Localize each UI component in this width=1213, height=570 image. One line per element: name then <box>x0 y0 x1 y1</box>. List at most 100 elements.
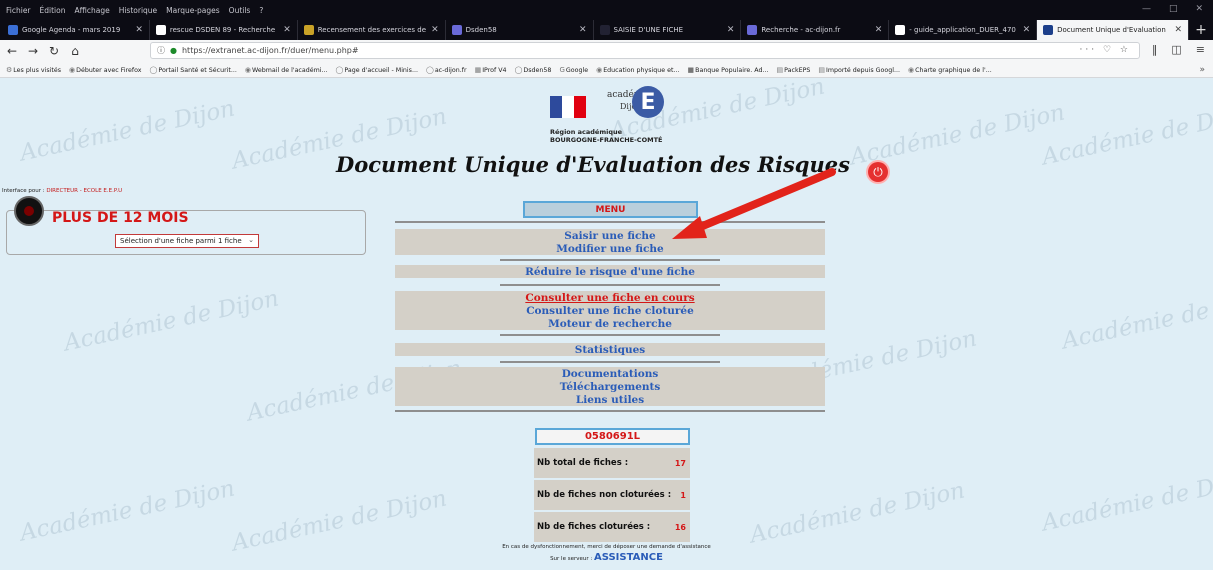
establishment-code: 0580691L <box>535 428 690 445</box>
footer-server: Sur le serveur : ASSISTANCE <box>550 552 663 563</box>
new-tab-button[interactable]: + <box>1189 20 1213 40</box>
assistance-link[interactable]: ASSISTANCE <box>594 552 663 563</box>
bookmark-item[interactable]: ◯ac-dijon.fr <box>426 66 467 74</box>
fiche-select[interactable]: Sélection d'une fiche parmi 1 fiche ⌄ <box>115 234 259 248</box>
bookmarks-bar: ⚙Les plus visités ◉Débuter avec Firefox … <box>0 62 1213 78</box>
hamburger-menu-icon[interactable]: ≡ <box>1196 43 1205 56</box>
tab-rescue-dsden[interactable]: rescue DSDEN 89 - Recherche ✕ <box>150 20 298 40</box>
bookmark-item[interactable]: ■Banque Populaire. Ad... <box>688 66 769 74</box>
firefox-icon: ◉ <box>69 65 76 74</box>
menu-fichier[interactable]: Fichier <box>6 6 31 15</box>
watermark: Académie de Dijon <box>1039 465 1213 537</box>
document-icon <box>895 25 906 35</box>
lock-icon: ● <box>170 46 177 55</box>
bookmark-item[interactable]: ▤Importé depuis Googl... <box>818 66 900 74</box>
close-tab-icon[interactable]: ✕ <box>579 25 587 35</box>
logout-power-icon[interactable]: ⏻ <box>868 162 888 182</box>
site-icon <box>1043 25 1054 35</box>
tab-dsden58[interactable]: Dsden58 ✕ <box>446 20 594 40</box>
page-content: Académie de Dijon Académie de Dijon Acad… <box>0 78 1213 570</box>
close-tab-icon[interactable]: ✕ <box>875 25 883 35</box>
menu-saisir-fiche[interactable]: Saisir une fiche <box>395 229 825 242</box>
tab-saisie-fiche[interactable]: SAISIE D'UNE FICHE ✕ <box>594 20 742 40</box>
minimize-icon[interactable]: — <box>1142 4 1151 14</box>
tab-bar: Google Agenda - mars 2019 ✕ rescue DSDEN … <box>0 20 1213 40</box>
info-icon[interactable]: ⓘ <box>157 45 165 56</box>
region-label: Région académique BOURGOGNE-FRANCHE-COMT… <box>550 128 663 144</box>
maximize-icon[interactable]: □ <box>1169 4 1178 14</box>
bookmark-item[interactable]: ◉Débuter avec Firefox <box>69 66 142 74</box>
tab-recherche-ac-dijon[interactable]: Recherche - ac-dijon.fr ✕ <box>741 20 890 40</box>
menu-reduire-risque[interactable]: Réduire le risque d'une fiche <box>395 265 825 278</box>
menu-statistiques[interactable]: Statistiques <box>395 343 825 356</box>
menu-moteur-recherche[interactable]: Moteur de recherche <box>395 317 825 330</box>
menu-consulter-en-cours[interactable]: Consulter une fiche en cours <box>395 291 825 304</box>
close-tab-icon[interactable]: ✕ <box>727 25 735 35</box>
reload-icon[interactable]: ↻ <box>45 42 63 60</box>
menu-marque-pages[interactable]: Marque-pages <box>166 6 220 15</box>
browser-menu-bar: Fichier Édition Affichage Historique Mar… <box>0 0 1213 20</box>
site-icon: ◯ <box>425 65 434 74</box>
globe-icon: ◉ <box>908 65 915 74</box>
tab-guide-application[interactable]: - guide_application_DUER_470 ✕ <box>889 20 1038 40</box>
interface-role: DIRECTEUR - ECOLE E.E.P.U <box>46 188 123 194</box>
close-tab-icon[interactable]: ✕ <box>1174 25 1182 35</box>
marianne-flag-icon <box>550 96 586 118</box>
close-tab-icon[interactable]: ✕ <box>135 25 143 35</box>
interface-label: Interface pour : DIRECTEUR - ECOLE E.E.P… <box>2 188 123 194</box>
bookmark-item[interactable]: ▦IProf V4 <box>475 66 507 74</box>
alert-text: PLUS DE 12 MOIS <box>52 210 189 226</box>
back-icon[interactable]: ← <box>3 42 21 60</box>
bookmark-item[interactable]: ◯Portail Santé et Sécurit... <box>150 66 237 74</box>
close-window-icon[interactable]: ✕ <box>1195 4 1203 14</box>
watermark: Académie de Dijon <box>17 475 238 547</box>
forward-icon[interactable]: → <box>24 42 42 60</box>
menu-historique[interactable]: Historique <box>119 6 157 15</box>
close-tab-icon[interactable]: ✕ <box>1023 25 1031 35</box>
site-icon <box>599 25 610 35</box>
stat-value: 16 <box>674 522 686 532</box>
close-tab-icon[interactable]: ✕ <box>431 25 439 35</box>
tab-document-unique[interactable]: Document Unique d'Evaluation ✕ <box>1037 20 1189 40</box>
menu-liens-utiles[interactable]: Liens utiles <box>395 393 825 406</box>
library-icon[interactable]: ‖ <box>1152 43 1158 56</box>
bookmark-item[interactable]: ◉Education physique et... <box>596 66 679 74</box>
home-icon[interactable]: ⌂ <box>66 42 84 60</box>
menu-documentations[interactable]: Documentations <box>395 367 825 380</box>
folder-icon: ▤ <box>776 65 784 74</box>
site-icon: ▦ <box>474 65 482 74</box>
bookmark-item[interactable]: ⚙Les plus visités <box>6 66 61 74</box>
tab-recensement[interactable]: Recensement des exercices de ✕ <box>298 20 446 40</box>
window-controls: — □ ✕ <box>1142 4 1203 14</box>
bookmark-item[interactable]: ▤PackEPS <box>776 66 810 74</box>
url-bar[interactable]: ⓘ ● https://extranet.ac-dijon.fr/duer/me… <box>150 42 1140 59</box>
bookmark-item[interactable]: ◯Dsden58 <box>515 66 552 74</box>
menu-consulter-cloturee[interactable]: Consulter une fiche cloturée <box>395 304 825 317</box>
menu-telechargements[interactable]: Téléchargements <box>395 380 825 393</box>
stat-row-total: Nb total de fiches : 17 <box>534 448 690 478</box>
google-icon: G <box>559 65 565 74</box>
site-icon <box>303 25 314 35</box>
bookmarks-overflow-icon[interactable]: » <box>1199 65 1205 75</box>
menu-affichage[interactable]: Affichage <box>74 6 109 15</box>
stat-value: 1 <box>680 490 686 500</box>
menu-edition[interactable]: Édition <box>40 6 66 15</box>
menu-outils[interactable]: Outils <box>229 6 251 15</box>
bookmark-item[interactable]: ◉Webmail de l'académi... <box>245 66 328 74</box>
page-actions-icon[interactable]: ··· ♡ ☆ <box>1080 45 1131 55</box>
close-tab-icon[interactable]: ✕ <box>283 25 291 35</box>
divider <box>500 284 720 286</box>
stat-row-non-cloturees: Nb de fiches non cloturées : 1 <box>534 480 690 510</box>
calendar-icon <box>8 25 18 35</box>
bookmark-item[interactable]: ◉Charte graphique de l'... <box>908 66 992 74</box>
bookmark-item[interactable]: ◯Page d'accueil - Minis... <box>336 66 418 74</box>
menu-modifier-fiche[interactable]: Modifier une fiche <box>395 242 825 255</box>
menu-aide[interactable]: ? <box>259 6 263 15</box>
toolbar-right: ‖ ◫ ≡ <box>1152 43 1205 56</box>
sidebar-icon[interactable]: ◫ <box>1171 43 1181 56</box>
chevron-down-icon: ⌄ <box>248 236 254 244</box>
tab-google-agenda[interactable]: Google Agenda - mars 2019 ✕ <box>2 20 150 40</box>
bookmark-item[interactable]: GGoogle <box>559 66 588 74</box>
bank-icon: ■ <box>687 65 695 74</box>
folder-icon: ▤ <box>818 65 825 74</box>
